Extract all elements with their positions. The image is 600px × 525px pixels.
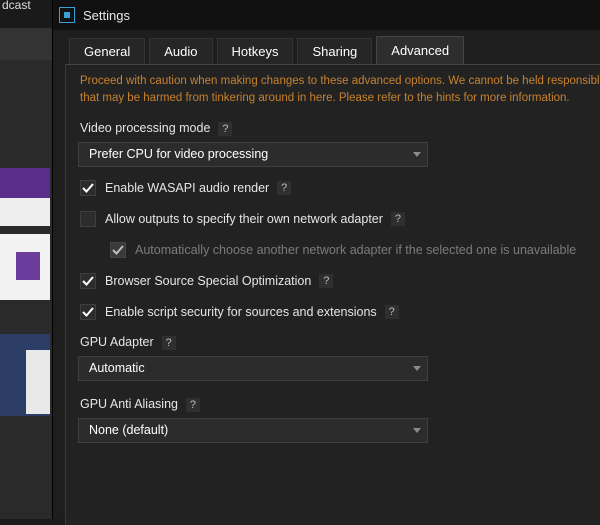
window-title: Settings — [83, 7, 130, 23]
video-processing-select[interactable]: Prefer CPU for video processing — [78, 142, 428, 167]
checkmark-icon — [82, 183, 94, 193]
settings-tabs: General Audio Hotkeys Sharing Advanced — [69, 36, 468, 65]
chevron-down-icon — [413, 152, 421, 157]
auto-adapter-option: Automatically choose another network ada… — [110, 242, 576, 258]
gpu-aa-label: GPU Anti Aliasing? — [80, 397, 200, 412]
tab-hotkeys[interactable]: Hotkeys — [216, 38, 294, 65]
video-processing-value: Prefer CPU for video processing — [89, 147, 269, 161]
script-security-label: Enable script security for sources and e… — [105, 305, 377, 319]
help-icon[interactable]: ? — [185, 397, 200, 412]
help-icon[interactable]: ? — [277, 181, 292, 195]
help-icon[interactable]: ? — [319, 274, 334, 288]
browser-source-label: Browser Source Special Optimization — [105, 274, 312, 288]
auto-adapter-checkbox[interactable] — [110, 242, 126, 258]
wasapi-checkbox[interactable] — [80, 180, 96, 196]
warning-line: Proceed with caution when making changes… — [80, 75, 600, 87]
gpu-adapter-value: Automatic — [89, 361, 145, 375]
browser-source-option: Browser Source Special Optimization? — [80, 273, 334, 289]
background-menu-text: dcast — [2, 0, 31, 12]
checkmark-icon — [82, 307, 94, 317]
background-thumbnail — [26, 350, 50, 414]
wasapi-option: Enable WASAPI audio render? — [80, 180, 292, 196]
browser-source-checkbox[interactable] — [80, 273, 96, 289]
wasapi-label: Enable WASAPI audio render — [105, 181, 270, 195]
script-security-checkbox[interactable] — [80, 304, 96, 320]
help-icon[interactable]: ? — [161, 335, 176, 350]
app-logo-icon — [59, 7, 75, 23]
outputs-adapter-checkbox[interactable] — [80, 211, 96, 227]
background-thumbnail — [0, 198, 50, 226]
auto-adapter-label: Automatically choose another network ada… — [135, 243, 577, 257]
gpu-aa-select[interactable]: None (default) — [78, 418, 428, 443]
help-icon[interactable]: ? — [384, 305, 399, 319]
outputs-adapter-option: Allow outputs to specify their own netwo… — [80, 211, 405, 227]
outputs-adapter-label: Allow outputs to specify their own netwo… — [105, 212, 383, 226]
background-toolbar — [0, 28, 52, 60]
title-bar: Settings — [53, 0, 600, 30]
help-icon[interactable]: ? — [390, 212, 405, 226]
warning-text: Proceed with caution when making changes… — [80, 73, 600, 107]
script-security-option: Enable script security for sources and e… — [80, 304, 399, 320]
video-processing-label: Video processing mode? — [80, 121, 233, 136]
tab-general[interactable]: General — [69, 38, 146, 65]
checkmark-icon — [82, 276, 94, 286]
tab-advanced[interactable]: Advanced — [376, 36, 465, 65]
gpu-aa-label-text: GPU Anti Aliasing — [80, 397, 178, 411]
checkmark-icon — [112, 245, 124, 255]
settings-dialog: Settings General Audio Hotkeys Sharing A… — [52, 0, 600, 525]
video-processing-label-text: Video processing mode — [80, 121, 211, 135]
advanced-panel: Proceed with caution when making changes… — [65, 64, 600, 525]
background-thumbnail — [0, 168, 50, 198]
gpu-adapter-label-text: GPU Adapter — [80, 335, 154, 349]
background-thumbnail — [16, 252, 40, 280]
tab-audio[interactable]: Audio — [149, 38, 213, 65]
chevron-down-icon — [413, 366, 421, 371]
gpu-aa-value: None (default) — [89, 423, 169, 437]
tab-sharing[interactable]: Sharing — [297, 38, 373, 65]
help-icon[interactable]: ? — [218, 121, 233, 136]
warning-line: that may be harmed from tinkering around… — [80, 92, 570, 104]
background-menubar: dcast — [0, 0, 52, 28]
gpu-adapter-label: GPU Adapter? — [80, 335, 176, 350]
background-app-window: dcast — [0, 0, 52, 519]
gpu-adapter-select[interactable]: Automatic — [78, 356, 428, 381]
chevron-down-icon — [413, 428, 421, 433]
